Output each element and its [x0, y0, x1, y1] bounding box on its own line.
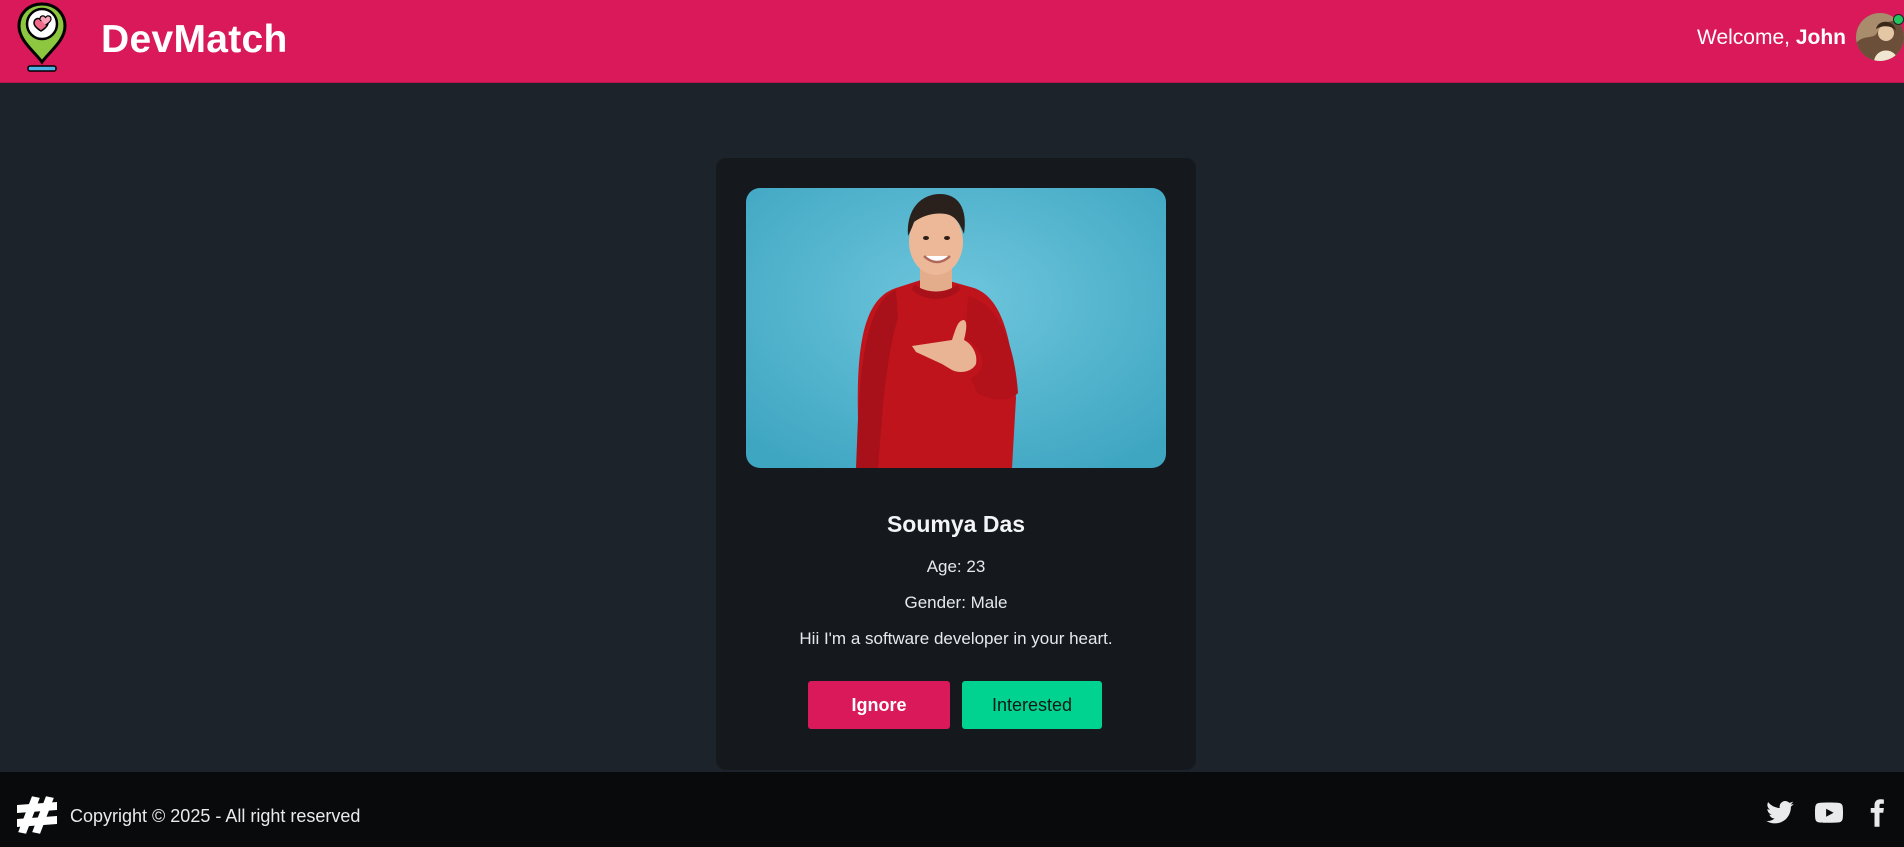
- youtube-icon[interactable]: [1812, 798, 1846, 828]
- navbar: DevMatch Welcome, John: [0, 0, 1904, 83]
- hashtag-icon: [14, 792, 60, 838]
- welcome-text: Welcome, John: [1697, 26, 1846, 50]
- facebook-icon[interactable]: [1860, 798, 1894, 828]
- profile-age: Age: 23: [926, 557, 986, 576]
- interested-button[interactable]: Interested: [962, 681, 1102, 729]
- profile-name: Soumya Das: [886, 511, 1026, 537]
- ignore-button[interactable]: Ignore: [808, 681, 950, 729]
- online-status-indicator: [1893, 14, 1904, 25]
- footer: Copyright © 2025 - All right reserved: [0, 772, 1904, 847]
- logo-icon[interactable]: [14, 0, 70, 76]
- copyright-text: Copyright © 2025 - All right reserved: [70, 806, 361, 826]
- welcome-user-name: John: [1795, 26, 1846, 49]
- profile-photo: [746, 188, 1166, 468]
- twitter-icon[interactable]: [1763, 798, 1797, 828]
- profile-card: Soumya Das Age: 23 Gender: Male Hii I'm …: [716, 158, 1196, 770]
- profile-gender: Gender: Male: [904, 593, 1008, 612]
- profile-about: Hii I'm a software developer in your hea…: [799, 629, 1113, 648]
- welcome-prefix: Welcome,: [1697, 26, 1790, 49]
- brand-title[interactable]: DevMatch: [101, 18, 288, 62]
